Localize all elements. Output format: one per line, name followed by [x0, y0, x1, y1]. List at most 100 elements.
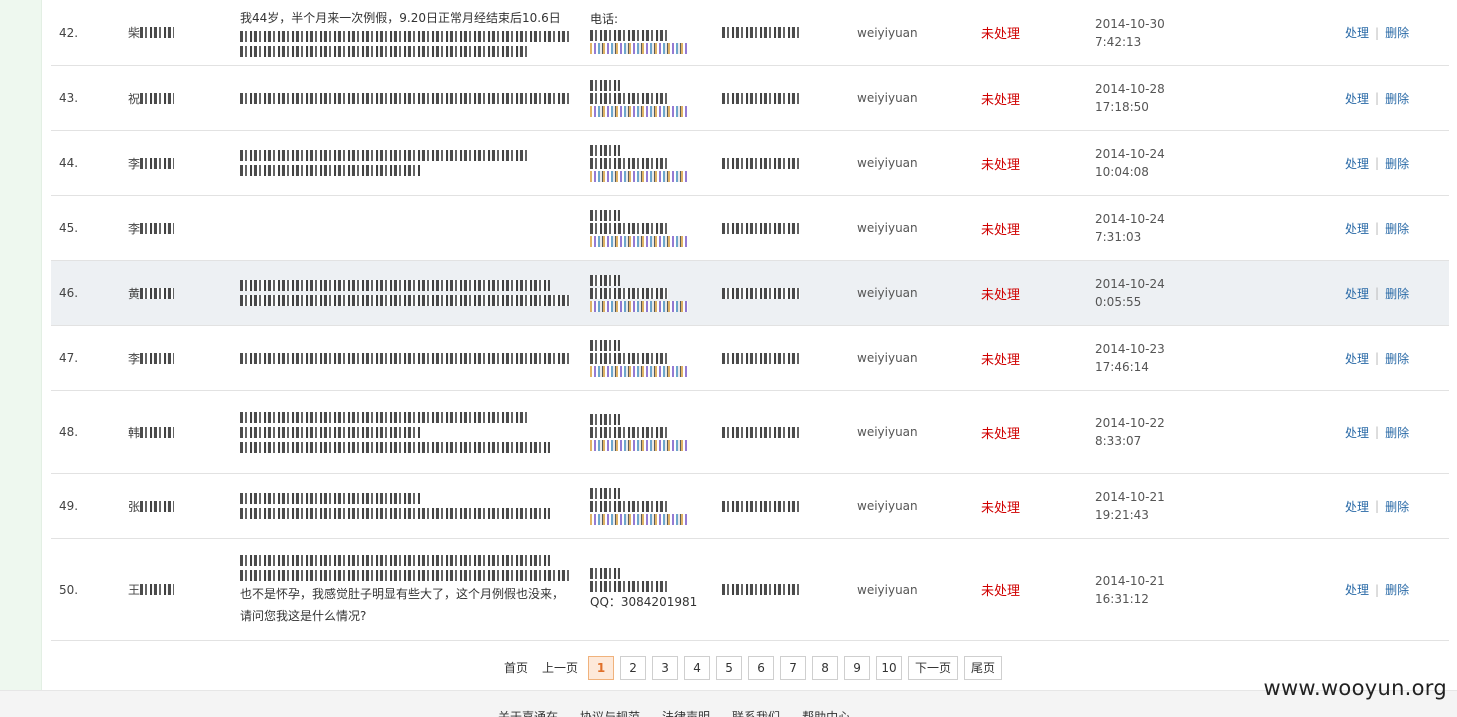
delete-link[interactable]: 删除 — [1385, 220, 1409, 237]
consult-content — [240, 326, 580, 390]
consult-content: 我44岁，半个月来一次例假，9.20日正常月经结束后10.6日 — [240, 0, 580, 65]
redacted-content-mosaic — [240, 554, 550, 566]
delete-link[interactable]: 删除 — [1385, 90, 1409, 107]
region — [722, 131, 822, 195]
redacted-name-mosaic — [140, 352, 175, 364]
page-1-button[interactable]: 1 — [588, 656, 615, 680]
assigned-user: weiyiyuan — [857, 91, 918, 105]
redacted-name-mosaic — [140, 27, 175, 38]
page-8-button[interactable]: 8 — [812, 656, 839, 680]
redacted-region-mosaic — [722, 222, 800, 234]
redacted-region-mosaic — [722, 584, 800, 595]
submit-clock: 7:31:03 — [1095, 230, 1142, 244]
consult-content — [240, 391, 580, 473]
assigned-user: weiyiyuan — [857, 582, 918, 597]
status-badge: 未处理 — [981, 92, 1021, 108]
region — [722, 66, 822, 130]
table-row: 49. 张 weiyiyuan 未处理 2014-10-21 19:21:43 处理 | 删除 — [51, 474, 1449, 539]
row-actions: 处理 | 删除 — [1345, 66, 1435, 130]
delete-link[interactable]: 删除 — [1385, 24, 1409, 41]
footer-link[interactable]: 法律声明 — [662, 708, 710, 717]
last-page-button[interactable]: 尾页 — [964, 656, 1003, 680]
redacted-phone-mosaic — [590, 30, 668, 41]
page-4-button[interactable]: 4 — [684, 656, 711, 680]
delete-link[interactable]: 删除 — [1385, 285, 1409, 302]
submit-clock: 17:18:50 — [1095, 100, 1149, 114]
patient-name: 王 — [128, 539, 228, 640]
redacted-qq-mosaic — [590, 513, 688, 525]
row-number: 49. — [59, 499, 79, 513]
redacted-content-mosaic — [240, 493, 420, 504]
left-sidebar-strip — [0, 0, 42, 690]
redacted-phone-mosaic — [590, 426, 668, 438]
action-separator: | — [1375, 499, 1380, 513]
footer-links: 关于嘉通在 协议与规范 法律声明 联系我们 帮助中心 — [498, 708, 850, 717]
assigned-user: weiyiyuan — [857, 499, 918, 513]
page-10-button[interactable]: 10 — [876, 656, 903, 680]
redacted-region-mosaic — [722, 27, 800, 38]
redacted-content-mosaic — [240, 280, 550, 291]
delete-link[interactable]: 删除 — [1385, 350, 1409, 367]
next-page-button[interactable]: 下一页 — [908, 656, 959, 680]
submit-date: 2014-10-24 — [1095, 147, 1165, 161]
delete-link[interactable]: 删除 — [1385, 581, 1409, 598]
contact-info — [590, 474, 710, 538]
redacted-content-mosaic — [240, 295, 570, 306]
process-link[interactable]: 处理 — [1345, 581, 1369, 598]
table-row: 46. 黄 weiyiyuan 未处理 2014-10-24 0:05:55 处理 | 删除 — [51, 261, 1449, 326]
page-2-button[interactable]: 2 — [620, 656, 647, 680]
submit-clock: 8:33:07 — [1095, 434, 1142, 448]
action-separator: | — [1375, 425, 1380, 439]
process-link[interactable]: 处理 — [1345, 424, 1369, 441]
contact-label — [590, 413, 620, 425]
contact-label: 电话: — [590, 12, 619, 26]
submit-time: 2014-10-23 17:46:14 — [1095, 326, 1205, 390]
redacted-qq-mosaic — [590, 439, 688, 451]
patient-name: 祝 — [128, 66, 228, 130]
process-link[interactable]: 处理 — [1345, 285, 1369, 302]
redacted-name-mosaic — [140, 584, 175, 595]
process-link[interactable]: 处理 — [1345, 90, 1369, 107]
process-link[interactable]: 处理 — [1345, 155, 1369, 172]
submit-time: 2014-10-28 17:18:50 — [1095, 66, 1205, 130]
footer-link[interactable]: 协议与规范 — [580, 708, 640, 717]
contact-label — [590, 568, 620, 579]
prev-page-link[interactable]: 上一页 — [538, 656, 582, 680]
status-badge: 未处理 — [981, 222, 1021, 238]
consult-content — [240, 66, 580, 130]
page-5-button[interactable]: 5 — [716, 656, 743, 680]
table-row: 50. 王也不是怀孕，我感觉肚子明显有些大了，这个月例假也没来， 请问您我这是什么情… — [51, 539, 1449, 641]
page-7-button[interactable]: 7 — [780, 656, 807, 680]
footer-link[interactable]: 联系我们 — [732, 708, 780, 717]
process-link[interactable]: 处理 — [1345, 220, 1369, 237]
page-3-button[interactable]: 3 — [652, 656, 679, 680]
footer-link[interactable]: 关于嘉通在 — [498, 708, 558, 717]
status-badge: 未处理 — [981, 500, 1021, 516]
submit-date: 2014-10-22 — [1095, 416, 1165, 430]
process-link[interactable]: 处理 — [1345, 350, 1369, 367]
redacted-phone-mosaic — [590, 500, 668, 512]
redacted-content-mosaic — [240, 150, 530, 161]
process-link[interactable]: 处理 — [1345, 498, 1369, 515]
table-row: 45. 李 weiyiyuan 未处理 2014-10-24 7:31:03 处理 | 删除 — [51, 196, 1449, 261]
consultation-table: 42. 柴我44岁，半个月来一次例假，9.20日正常月经结束后10.6日 电话: we… — [51, 0, 1449, 641]
contact-label — [590, 339, 620, 351]
footer-link[interactable]: 帮助中心 — [802, 708, 850, 717]
status-badge: 未处理 — [981, 352, 1021, 368]
row-number: 42. — [59, 25, 79, 40]
page-6-button[interactable]: 6 — [748, 656, 775, 680]
first-page-link[interactable]: 首页 — [500, 656, 532, 680]
delete-link[interactable]: 删除 — [1385, 424, 1409, 441]
contact-label — [590, 209, 620, 221]
region — [722, 391, 822, 473]
redacted-content-mosaic — [240, 426, 420, 438]
page-9-button[interactable]: 9 — [844, 656, 871, 680]
region — [722, 474, 822, 538]
assigned-user: weiyiyuan — [857, 286, 918, 300]
delete-link[interactable]: 删除 — [1385, 498, 1409, 515]
redacted-content-mosaic — [240, 30, 570, 42]
delete-link[interactable]: 删除 — [1385, 155, 1409, 172]
contact-label — [590, 144, 620, 156]
process-link[interactable]: 处理 — [1345, 24, 1369, 41]
action-separator: | — [1375, 91, 1380, 105]
